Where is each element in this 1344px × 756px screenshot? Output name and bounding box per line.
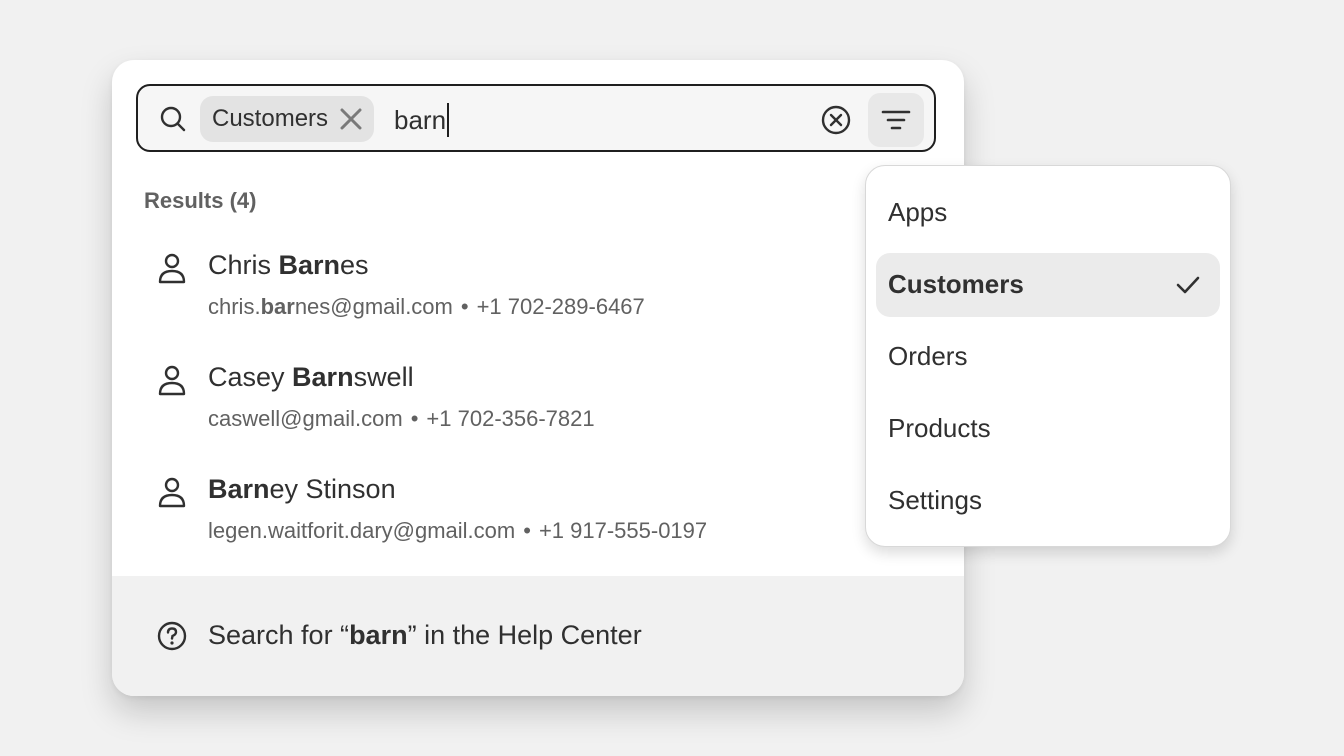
filter-option-customers[interactable]: Customers: [876, 253, 1220, 317]
filter-option-apps[interactable]: Apps: [876, 181, 1220, 245]
result-details: legen.waitforit.dary@gmail.com • +1 917-55…: [208, 518, 708, 543]
result-name: Casey Barnswell: [208, 362, 414, 392]
filter-option-settings[interactable]: Settings: [876, 469, 1220, 533]
result-item[interactable]: Casey Barnswell caswell@gmail.com • +1 702…: [156, 358, 916, 448]
result-item[interactable]: Barney Stinson legen.waitforit.dary@gmai…: [156, 470, 916, 560]
filter-menu: Apps Customers Orders Products Settings: [865, 165, 1231, 547]
check-icon: [1176, 276, 1200, 294]
result-item[interactable]: Chris Barnes chris.barnes@gmail.com • +1 7…: [156, 246, 916, 336]
search-panel: Customers barn Results (4) Chris Barnes …: [112, 60, 964, 696]
remove-scope-icon[interactable]: [338, 106, 364, 132]
filter-option-products[interactable]: Products: [876, 397, 1220, 461]
help-center-search[interactable]: Search for “barn” in the Help Center: [112, 576, 964, 696]
filter-button[interactable]: [868, 93, 924, 147]
person-icon: [158, 253, 186, 284]
search-icon: [160, 106, 186, 132]
help-search-label: Search for “barn” in the Help Center: [208, 620, 642, 650]
results-heading: Results (4): [144, 188, 257, 213]
result-details: caswell@gmail.com • +1 702-356-7821: [208, 406, 595, 431]
result-name: Chris Barnes: [208, 250, 369, 280]
help-icon: [157, 621, 187, 651]
clear-search-icon[interactable]: [820, 104, 852, 136]
person-icon: [158, 477, 186, 508]
filter-icon: [881, 110, 911, 130]
search-input[interactable]: barn: [394, 103, 450, 137]
result-name: Barney Stinson: [208, 474, 396, 504]
search-query-text: barn: [394, 105, 447, 135]
person-icon: [158, 365, 186, 396]
filter-option-orders[interactable]: Orders: [876, 325, 1220, 389]
scope-chip: Customers: [200, 96, 375, 142]
result-details: chris.barnes@gmail.com • +1 702-289-6467: [208, 294, 645, 319]
search-bar[interactable]: Customers barn: [136, 84, 936, 152]
text-caret: [447, 103, 450, 137]
scope-chip-label: Customers: [212, 105, 329, 132]
